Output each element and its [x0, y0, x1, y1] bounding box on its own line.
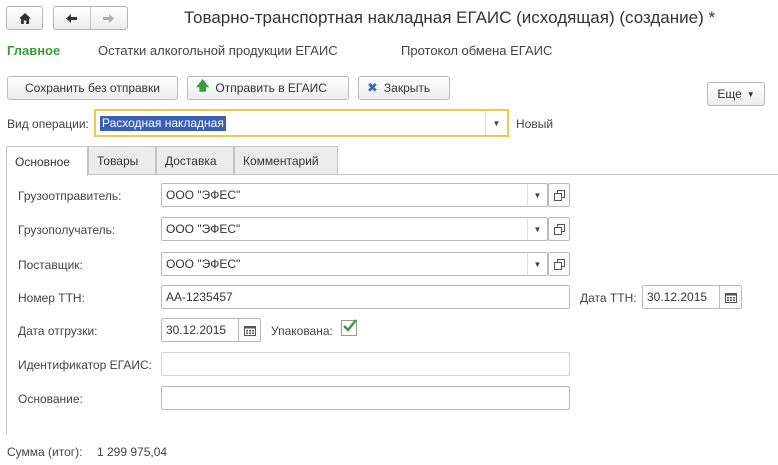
consignee-field[interactable]: ООО "ЭФЕС" ▼ — [161, 217, 548, 241]
shipper-field[interactable]: ООО "ЭФЕС" ▼ — [161, 183, 548, 207]
arrow-right-icon — [103, 13, 115, 23]
ship-date-calendar-button[interactable] — [239, 318, 261, 342]
shipper-label: Грузоотправитель: — [18, 189, 122, 203]
ttn-number-label: Номер ТТН: — [18, 291, 85, 305]
back-button[interactable] — [54, 7, 91, 29]
ttn-date-calendar-button[interactable] — [720, 285, 742, 309]
send-to-egais-button[interactable]: 🡅 Отправить в ЕГАИС — [187, 76, 349, 100]
basis-field[interactable] — [161, 386, 570, 410]
ship-date-label: Дата отгрузки: — [18, 324, 98, 338]
tab-main[interactable]: Основное — [6, 146, 88, 176]
arrow-up-icon: 🡅 — [196, 78, 210, 93]
chevron-down-icon: ▼ — [746, 89, 755, 99]
send-button-label: Отправить в ЕГАИС — [215, 81, 327, 95]
more-button-label: Еще — [717, 87, 742, 101]
total-label: Сумма (итог): — [7, 445, 83, 459]
close-icon: ✖ — [367, 80, 378, 95]
tab-comment[interactable]: Комментарий — [234, 146, 338, 174]
basis-label: Основание: — [18, 392, 83, 406]
packed-label: Упакована: — [271, 324, 333, 338]
consignee-value: ООО "ЭФЕС" — [166, 222, 241, 236]
operation-label: Вид операции: — [7, 117, 89, 131]
calendar-icon — [243, 325, 256, 336]
nav-group — [53, 6, 128, 30]
ttn-date-label: Дата ТТН: — [580, 291, 637, 305]
open-window-icon — [553, 258, 565, 270]
more-button[interactable]: Еще ▼ — [707, 82, 765, 106]
section-stock[interactable]: Остатки алкогольной продукции ЕГАИС — [98, 43, 338, 58]
egais-id-field — [161, 352, 570, 376]
home-button[interactable] — [6, 6, 43, 30]
ship-date-field[interactable]: 30.12.2015 — [161, 318, 239, 342]
ttn-number-value: АА-1235457 — [166, 290, 233, 304]
save-button-label: Сохранить без отправки — [24, 81, 161, 95]
document-status: Новый — [516, 117, 554, 131]
chevron-down-icon[interactable]: ▼ — [527, 218, 547, 240]
ship-date-value: 30.12.2015 — [166, 323, 227, 337]
forward-button[interactable] — [91, 7, 128, 29]
arrow-left-icon — [66, 13, 78, 23]
open-window-icon — [553, 223, 565, 235]
consignee-label: Грузополучатель: — [18, 223, 116, 237]
open-supplier-button[interactable] — [548, 252, 570, 276]
open-consignee-button[interactable] — [548, 217, 570, 241]
checkmark-icon — [343, 319, 357, 332]
supplier-field[interactable]: ООО "ЭФЕС" ▼ — [161, 252, 548, 276]
supplier-label: Поставщик: — [18, 258, 83, 272]
window-title: Товарно-транспортная накладная ЕГАИС (ис… — [184, 8, 716, 27]
tab-goods[interactable]: Товары — [88, 146, 156, 174]
egais-id-label: Идентификатор ЕГАИС: — [18, 358, 152, 372]
chevron-down-icon[interactable]: ▼ — [485, 111, 507, 135]
chevron-down-icon[interactable]: ▼ — [527, 253, 547, 275]
ttn-date-field[interactable]: 30.12.2015 — [642, 285, 720, 309]
calendar-icon — [724, 292, 737, 303]
packed-checkbox[interactable] — [341, 319, 357, 336]
operation-type-field[interactable]: Расходная накладная ▼ — [94, 109, 509, 137]
save-without-send-button[interactable]: Сохранить без отправки — [7, 76, 178, 100]
open-shipper-button[interactable] — [548, 183, 570, 207]
ttn-date-value: 30.12.2015 — [647, 290, 708, 304]
shipper-value: ООО "ЭФЕС" — [166, 188, 241, 202]
section-main[interactable]: Главное — [7, 43, 60, 58]
operation-type-value: Расходная накладная — [100, 116, 226, 131]
total-value: 1 299 975,04 — [97, 445, 168, 459]
open-window-icon — [553, 189, 565, 201]
close-button[interactable]: ✖ Закрыть — [358, 76, 450, 100]
tab-delivery[interactable]: Доставка — [156, 146, 234, 174]
home-icon — [18, 12, 31, 24]
ttn-number-field[interactable]: АА-1235457 — [161, 285, 570, 309]
close-button-label: Закрыть — [383, 81, 431, 95]
supplier-value: ООО "ЭФЕС" — [166, 257, 241, 271]
section-exchange-log[interactable]: Протокол обмена ЕГАИС — [401, 43, 552, 58]
chevron-down-icon[interactable]: ▼ — [527, 184, 547, 206]
